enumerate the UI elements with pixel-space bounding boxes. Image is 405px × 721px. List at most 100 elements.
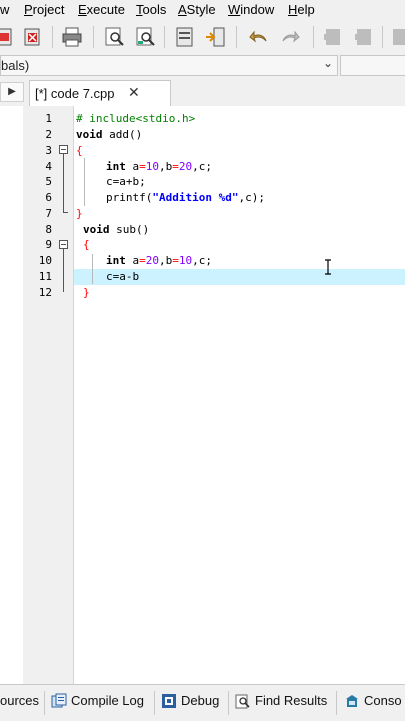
compile-run-icon[interactable] (0, 26, 16, 48)
undo-icon[interactable] (248, 26, 270, 48)
number: 10 (178, 254, 193, 267)
console-icon (346, 694, 358, 707)
toolbar-separator (236, 26, 237, 48)
operator: = (139, 160, 146, 173)
brace: { (83, 238, 90, 251)
line-number: 12 (38, 286, 52, 299)
redo-icon[interactable] (279, 26, 301, 48)
code-line-12: } (83, 286, 90, 299)
tab-console[interactable]: Conso (344, 692, 402, 712)
search-icon[interactable] (104, 26, 126, 48)
bookmark-next-icon[interactable] (353, 26, 375, 48)
code-token: c=a-b (106, 270, 140, 283)
string-literal: "Addition %d" (152, 191, 239, 204)
brace: } (76, 207, 83, 220)
menu-label: indow (240, 2, 275, 17)
brace: } (83, 286, 90, 299)
tab-separator (44, 691, 45, 715)
tab-separator (154, 691, 155, 715)
line-number: 1 (45, 112, 52, 125)
tab-label: Find Results (255, 693, 328, 709)
function-signature: sub() (109, 223, 150, 236)
code-token: a (125, 160, 140, 173)
toolbar-separator (93, 26, 94, 48)
keyword: int (106, 160, 126, 173)
menu-mnemonic: H (288, 2, 298, 17)
line-number: 8 (45, 223, 52, 236)
line-number: 5 (45, 175, 52, 188)
menu-item-project[interactable]: Project (24, 2, 64, 17)
menu-mnemonic: A (178, 2, 187, 17)
editor-tab-bar: ▶ [*] code 7.cpp ✕ (0, 78, 405, 107)
toggle-panel-icon[interactable] (174, 26, 196, 48)
line-number: 6 (45, 191, 52, 204)
tab-scroll-arrow-icon[interactable]: ▶ (0, 82, 24, 102)
bookmark-icon[interactable] (322, 26, 344, 48)
fold-collapse-icon[interactable] (59, 240, 68, 249)
brace: { (76, 144, 83, 157)
code-token: c=a+b; (106, 175, 146, 188)
bottom-panel-tabs: ources Compile Log Debug Find Results Co… (0, 684, 405, 721)
menu-item-tools[interactable]: Tools (136, 2, 166, 17)
tab-code-7-cpp[interactable]: [*] code 7.cpp ✕ (29, 80, 171, 106)
code-line-3: { (76, 144, 83, 157)
fold-line (63, 249, 64, 292)
text-cursor-icon (325, 259, 331, 275)
tab-label: [*] code 7.cpp (35, 86, 115, 101)
toolbar (0, 20, 405, 55)
tab-find-results[interactable]: Find Results (235, 692, 327, 712)
class-browser-bar: bals) ⌄ (0, 54, 405, 79)
tab-separator (336, 691, 337, 715)
close-file-icon[interactable] (22, 26, 44, 48)
menu-item-window[interactable]: Window (228, 2, 274, 17)
print-icon[interactable] (61, 26, 83, 48)
toolbar-separator (313, 26, 314, 48)
operator: = (139, 254, 146, 267)
menu-label: Style (186, 2, 216, 17)
fold-line (63, 154, 64, 212)
code-line-11: c=a-b (106, 270, 139, 283)
goto-icon[interactable] (204, 26, 226, 48)
code-token: ,b (159, 254, 173, 267)
menu-item-execute[interactable]: Execute (78, 2, 125, 17)
operator: = (172, 160, 179, 173)
code-token: printf( (106, 191, 153, 204)
toolbar-separator (52, 26, 53, 48)
class-browser-value: bals) (1, 58, 30, 73)
menu-item-astyle[interactable]: AStyle (178, 2, 216, 17)
toolbar-separator (164, 26, 165, 48)
menu-item-view[interactable]: w (0, 2, 9, 17)
line-number: 7 (45, 207, 52, 220)
tab-compile-log[interactable]: Compile Log (51, 692, 144, 712)
stop-icon[interactable] (391, 26, 405, 48)
replace-icon[interactable] (135, 26, 157, 48)
tab-resources[interactable]: ources (0, 692, 39, 712)
tab-debug[interactable]: Debug (161, 692, 219, 712)
number: 20 (178, 160, 193, 173)
function-signature: add() (102, 128, 143, 141)
indent-guide (92, 254, 93, 284)
line-number: 3 (45, 144, 52, 157)
project-panel[interactable] (0, 106, 24, 684)
number: 20 (145, 254, 159, 267)
code-token: ,c; (192, 254, 212, 267)
menu-mnemonic: P (24, 2, 33, 17)
code-token: ,b (159, 160, 173, 173)
function-combo[interactable] (340, 55, 405, 76)
operator: = (172, 254, 179, 267)
keyword: void (76, 128, 103, 141)
code-line-9: { (83, 238, 90, 251)
menu-item-help[interactable]: Help (288, 2, 315, 17)
menu-bar: w Project Execute Tools AStyle Window He… (0, 0, 405, 20)
code-editor[interactable]: 1 2 3 4 5 6 7 8 9 10 11 12 # include<std… (28, 106, 405, 684)
class-browser-combo[interactable]: bals) ⌄ (0, 55, 338, 76)
close-icon[interactable]: ✕ (128, 84, 140, 101)
code-token: a (125, 254, 140, 267)
menu-label: roject (32, 2, 65, 17)
code-line-10: int a=20,b=10,c; (106, 254, 212, 267)
fold-collapse-icon[interactable] (59, 145, 68, 154)
code-line-8: void sub() (83, 223, 149, 236)
compile-log-icon (51, 693, 67, 708)
find-results-icon (235, 694, 250, 709)
code-line-4: int a=10,b=20,c; (106, 160, 212, 173)
